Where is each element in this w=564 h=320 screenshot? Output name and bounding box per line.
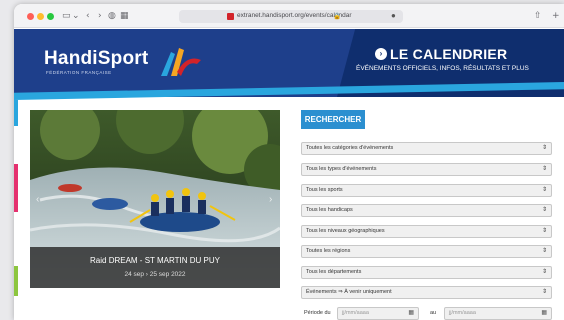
date-placeholder: jj/mm/aaaa bbox=[342, 310, 369, 316]
address-bar[interactable]: extranet.handisport.org/events/calendar … bbox=[179, 10, 403, 23]
browser-window: ▭ ⌄ ‹ › ◍ ▦ extranet.handisport.org/even… bbox=[14, 4, 564, 320]
forward-icon[interactable]: › bbox=[98, 10, 102, 22]
side-accent-blue bbox=[14, 100, 18, 126]
select-arrows-icon: ⇕ bbox=[541, 186, 547, 193]
date-to-input[interactable]: jj/mm/aaaa ▦ bbox=[444, 307, 552, 320]
filter-handicap[interactable]: Tous les handicaps ⇕ bbox=[301, 204, 552, 217]
period-from-label: Période du bbox=[304, 310, 331, 316]
share-icon[interactable]: ⇧ bbox=[534, 10, 542, 22]
new-tab-icon[interactable]: + bbox=[552, 10, 560, 22]
select-arrows-icon: ⇕ bbox=[541, 247, 547, 254]
minimize-window-button[interactable] bbox=[37, 13, 44, 20]
filter-label: Tous les niveaux géographiques bbox=[306, 228, 385, 234]
page-title: LE CALENDRIER bbox=[390, 46, 508, 62]
carousel-next-icon[interactable]: › bbox=[269, 194, 272, 205]
select-arrows-icon: ⇕ bbox=[541, 288, 547, 295]
tab-grid-icon[interactable]: ▦ bbox=[120, 10, 129, 22]
arrow-right-circle-icon: › bbox=[375, 48, 387, 60]
select-arrows-icon: ⇕ bbox=[541, 227, 547, 234]
carousel-prev-icon[interactable]: ‹ bbox=[36, 194, 39, 205]
featured-event-caption[interactable]: Raid DREAM - ST MARTIN DU PUY 24 sep › 2… bbox=[30, 247, 280, 288]
featured-event-title: Raid DREAM - ST MARTIN DU PUY bbox=[90, 256, 220, 265]
shield-icon[interactable]: ◍ bbox=[108, 10, 116, 22]
handisport-mark-icon bbox=[161, 48, 201, 76]
close-window-button[interactable] bbox=[27, 13, 34, 20]
filter-department[interactable]: Tous les départements ⇕ bbox=[301, 266, 552, 279]
side-accent-green bbox=[14, 266, 18, 296]
side-accent-pink bbox=[14, 164, 18, 212]
date-from-input[interactable]: jj/mm/aaaa ▦ bbox=[337, 307, 419, 320]
filter-upcoming[interactable]: Événements ⇒ À venir uniquement ⇕ bbox=[301, 286, 552, 299]
select-arrows-icon: ⇕ bbox=[541, 165, 547, 172]
page-subtitle: ÉVÉNEMENTS OFFICIELS, INFOS, RÉSULTATS E… bbox=[356, 65, 529, 72]
filter-label: Tous les départements bbox=[306, 269, 362, 275]
lock-icon: 🔒 bbox=[333, 13, 342, 20]
browser-toolbar: ▭ ⌄ ‹ › ◍ ▦ extranet.handisport.org/even… bbox=[14, 4, 564, 28]
filter-label: Tous les handicaps bbox=[306, 207, 353, 213]
filter-label: Toutes les catégories d'événements bbox=[306, 145, 394, 151]
filter-label: Tous les types d'événements bbox=[306, 166, 377, 172]
zoom-window-button[interactable] bbox=[47, 13, 54, 20]
calendar-icon[interactable]: ▦ bbox=[408, 309, 414, 316]
filter-region[interactable]: Toutes les régions ⇕ bbox=[301, 245, 552, 258]
filter-label: Événements ⇒ À venir uniquement bbox=[306, 289, 392, 295]
filter-label: Tous les sports bbox=[306, 187, 343, 193]
select-arrows-icon: ⇕ bbox=[541, 206, 547, 213]
logo-subtitle: FÉDÉRATION FRANÇAISE bbox=[46, 70, 112, 75]
calendar-icon[interactable]: ▦ bbox=[541, 309, 547, 316]
back-icon[interactable]: ‹ bbox=[86, 10, 90, 22]
sidebar-icon[interactable]: ▭ bbox=[62, 10, 71, 22]
search-button[interactable]: RECHERCHER bbox=[301, 110, 365, 129]
select-arrows-icon: ⇕ bbox=[541, 268, 547, 275]
filter-geo-level[interactable]: Tous les niveaux géographiques ⇕ bbox=[301, 225, 552, 238]
download-icon[interactable]: ● bbox=[391, 11, 396, 20]
select-arrows-icon: ⇕ bbox=[541, 144, 547, 151]
favicon-icon bbox=[227, 13, 234, 20]
filter-sport[interactable]: Tous les sports ⇕ bbox=[301, 184, 552, 197]
chevron-down-icon[interactable]: ⌄ bbox=[72, 10, 80, 22]
date-placeholder: jj/mm/aaaa bbox=[449, 310, 476, 316]
period-to-label: au bbox=[430, 310, 437, 316]
featured-event-dates: 24 sep › 25 sep 2022 bbox=[124, 271, 186, 278]
filter-label: Toutes les régions bbox=[306, 248, 351, 254]
site-logo[interactable]: HandiSport bbox=[44, 48, 148, 70]
filter-event-type[interactable]: Tous les types d'événements ⇕ bbox=[301, 163, 552, 176]
filter-event-category[interactable]: Toutes les catégories d'événements ⇕ bbox=[301, 142, 552, 155]
